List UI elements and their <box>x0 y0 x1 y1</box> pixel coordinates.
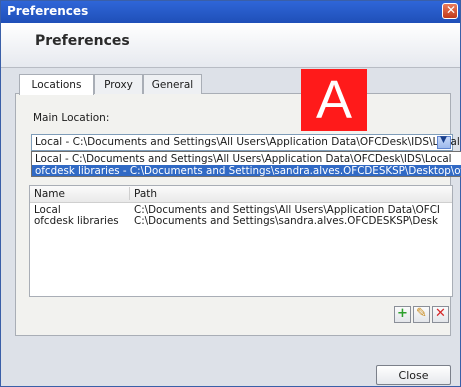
column-header-path[interactable]: Path <box>134 188 157 200</box>
annotation-label-a: A <box>301 69 367 131</box>
table-header: Name Path <box>30 186 452 203</box>
tab-general[interactable]: General <box>143 74 202 94</box>
title-bar[interactable]: Preferences ✕ <box>1 1 460 23</box>
annotation-text: A <box>315 70 353 130</box>
delete-location-button[interactable]: ✕ <box>432 306 449 323</box>
pencil-icon: ✎ <box>416 306 427 321</box>
x-icon: ✕ <box>435 306 446 321</box>
tab-locations[interactable]: Locations <box>19 74 94 95</box>
add-location-button[interactable]: + <box>394 306 411 323</box>
window-close-button[interactable]: ✕ <box>442 3 458 19</box>
dropdown-button[interactable]: ▼ <box>437 135 451 149</box>
row-name: ofcdesk libraries <box>34 215 119 227</box>
plus-icon: + <box>397 306 408 321</box>
close-button-label: Close <box>398 368 429 382</box>
main-location-dropdown-list[interactable]: Local - C:\Documents and Settings\All Us… <box>31 151 461 177</box>
preferences-window: Preferences ✕ Preferences Locations Prox… <box>0 0 461 387</box>
column-header-name[interactable]: Name <box>34 188 65 200</box>
tab-label: General <box>151 78 194 91</box>
table-row[interactable]: ofcdesk libraries C:\Documents and Setti… <box>30 216 452 227</box>
tab-proxy[interactable]: Proxy <box>94 74 143 94</box>
tab-label: Locations <box>31 79 82 91</box>
page-title: Preferences <box>35 33 130 49</box>
chevron-down-icon: ▼ <box>440 135 447 145</box>
window-title: Preferences <box>7 4 89 18</box>
row-path: C:\Documents and Settings\sandra.alves.O… <box>134 215 438 227</box>
column-divider[interactable] <box>129 187 130 200</box>
header-banner: Preferences <box>1 23 460 68</box>
main-location-select[interactable]: Local - C:\Documents and Settings\All Us… <box>31 134 460 151</box>
tab-label: Proxy <box>104 78 133 91</box>
main-location-label: Main Location: <box>33 112 110 124</box>
edit-location-button[interactable]: ✎ <box>413 306 430 323</box>
close-button[interactable]: Close <box>376 365 451 385</box>
main-location-value: Local - C:\Documents and Settings\All Us… <box>35 136 460 148</box>
close-icon: ✕ <box>446 3 457 17</box>
dropdown-option-ofcdesk-libraries[interactable]: ofcdesk libraries - C:\Documents and Set… <box>32 165 461 176</box>
dropdown-option-local[interactable]: Local - C:\Documents and Settings\All Us… <box>32 153 461 165</box>
locations-table: Name Path Local C:\Documents and Setting… <box>29 185 453 297</box>
